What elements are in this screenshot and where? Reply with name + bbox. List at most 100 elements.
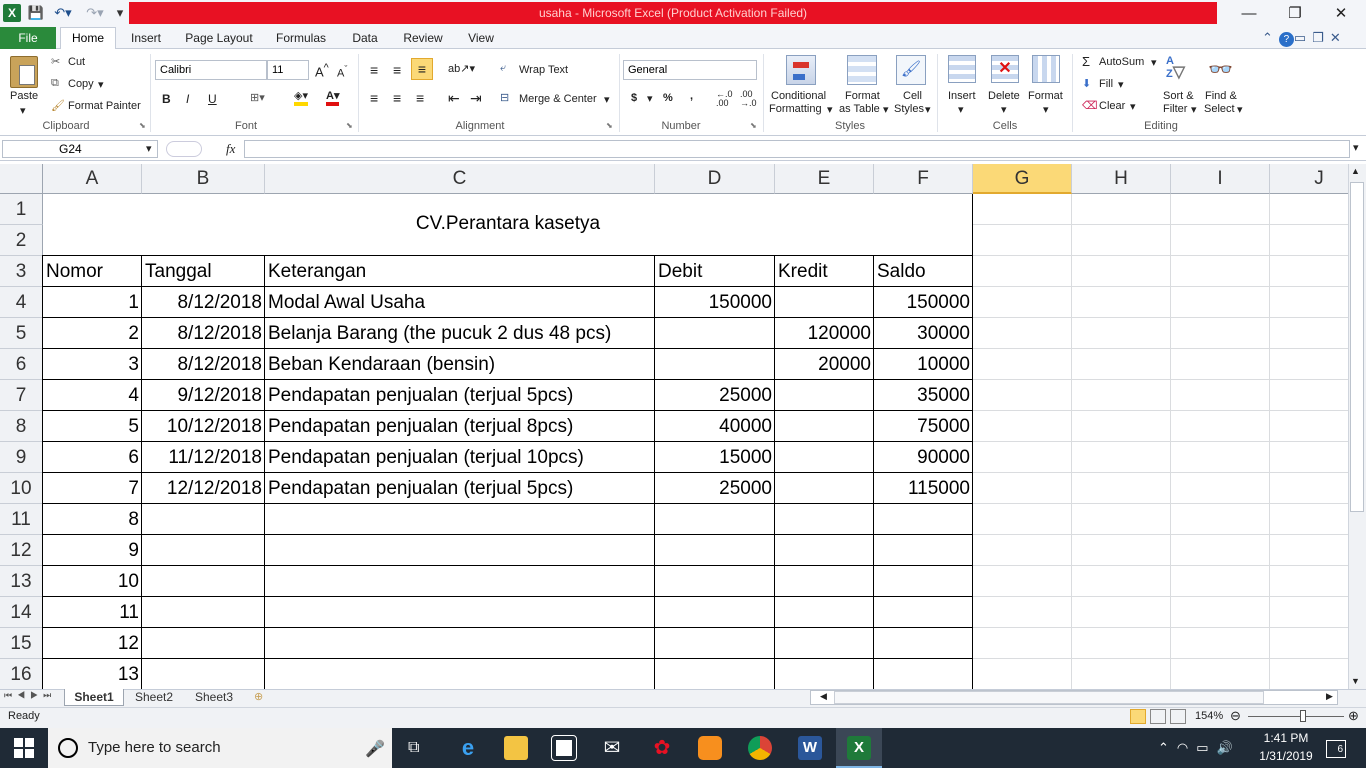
header-nomor[interactable]: Nomor — [43, 256, 106, 287]
format-painter-icon[interactable]: 🖌 — [51, 99, 65, 112]
scroll-down-icon[interactable]: ▼ — [1351, 676, 1360, 686]
header-keterangan[interactable]: Keterangan — [265, 256, 369, 287]
mail-icon[interactable]: ✉ — [600, 736, 624, 760]
merge-dropdown-icon[interactable]: ▾ — [604, 93, 610, 106]
data-cell-e[interactable] — [775, 504, 874, 535]
data-cell-c[interactable] — [265, 597, 271, 628]
copy-button[interactable]: Copy — [68, 78, 94, 90]
header-tanggal[interactable]: Tanggal — [142, 256, 215, 287]
data-cell-b[interactable]: 8/12/2018 — [142, 349, 265, 380]
cell-styles-button[interactable]: Cell — [903, 90, 922, 102]
tab-page-layout[interactable]: Page Layout — [178, 27, 260, 49]
data-cell-f[interactable] — [874, 566, 973, 597]
zoom-slider-thumb[interactable] — [1300, 710, 1306, 722]
row-header[interactable]: 7 — [0, 380, 43, 411]
fill-color-icon[interactable]: ◈▾ — [294, 90, 308, 106]
name-box[interactable]: G24 — [2, 140, 158, 158]
cell-styles-label2[interactable]: Styles — [894, 103, 924, 115]
data-cell-d[interactable] — [655, 628, 775, 659]
undo-icon[interactable]: ↶▾ — [50, 4, 76, 22]
restore-button[interactable]: ❐ — [1280, 3, 1310, 25]
data-cell-c[interactable] — [265, 504, 271, 535]
help-icon[interactable]: ? — [1278, 32, 1294, 47]
column-header-c[interactable]: C — [265, 164, 655, 194]
number-launcher-icon[interactable]: ⬊ — [750, 121, 757, 130]
paste-button[interactable]: Paste — [10, 90, 38, 102]
row-header[interactable]: 1 — [0, 194, 43, 225]
formula-input[interactable] — [244, 140, 1350, 158]
shrink-font-icon[interactable]: Aˇ — [337, 64, 347, 80]
data-cell-c[interactable]: Beban Kendaraan (bensin) — [265, 349, 498, 380]
row-header[interactable]: 15 — [0, 628, 43, 659]
increase-decimal-icon[interactable]: ←.0.00 — [716, 90, 733, 108]
data-cell-d[interactable] — [655, 659, 775, 689]
data-cell-a[interactable]: 2 — [43, 318, 142, 349]
normal-view-icon[interactable] — [1130, 709, 1146, 724]
data-cell-c[interactable] — [265, 628, 271, 659]
decrease-indent-icon[interactable]: ⇤ — [448, 90, 460, 107]
data-cell-e[interactable] — [775, 659, 874, 689]
decrease-decimal-icon[interactable]: .00 →.0 — [740, 90, 757, 108]
select-all-corner[interactable] — [0, 164, 43, 194]
data-cell-f[interactable]: 30000 — [874, 318, 973, 349]
zoom-in-icon[interactable]: ⊕ — [1348, 708, 1359, 724]
data-cell-a[interactable]: 7 — [43, 473, 142, 504]
currency-dropdown-icon[interactable]: ▾ — [647, 92, 653, 105]
notifications-icon[interactable]: 6 — [1326, 740, 1346, 758]
data-cell-d[interactable]: 25000 — [655, 473, 775, 504]
header-kredit[interactable]: Kredit — [775, 256, 831, 287]
data-cell-c[interactable]: Belanja Barang (the pucuk 2 dus 48 pcs) — [265, 318, 614, 349]
clock-time[interactable]: 1:41 PM — [1256, 731, 1316, 745]
clear-button[interactable]: Clear — [1099, 100, 1125, 112]
copy-dropdown-icon[interactable]: ▾ — [98, 78, 104, 91]
data-cell-a[interactable]: 5 — [43, 411, 142, 442]
taskbar-search-input[interactable]: Type here to search — [88, 739, 221, 756]
format-dropdown-icon[interactable]: ▾ — [1043, 103, 1049, 116]
data-cell-c[interactable]: Pendapatan penjualan (terjual 10pcs) — [265, 442, 587, 473]
tab-insert[interactable]: Insert — [120, 27, 172, 49]
data-cell-e[interactable] — [775, 535, 874, 566]
currency-button[interactable]: $ — [631, 92, 637, 104]
scroll-right-icon[interactable]: ▶ — [1326, 691, 1333, 702]
row-header[interactable]: 4 — [0, 287, 43, 318]
percent-button[interactable]: % — [663, 92, 673, 104]
orientation-icon[interactable]: ab↗▾ — [448, 62, 475, 75]
column-header-d[interactable]: D — [655, 164, 775, 194]
align-top-icon[interactable]: ≡ — [370, 62, 378, 78]
format-as-table-button[interactable]: Format — [845, 90, 880, 102]
expand-formula-icon[interactable]: ▾ — [1353, 141, 1359, 154]
tab-view[interactable]: View — [458, 27, 504, 49]
conditional-formatting-dropdown-icon[interactable]: ▾ — [827, 103, 833, 116]
align-center-icon[interactable]: ≡ — [393, 90, 401, 106]
borders-icon[interactable]: ⊞▾ — [250, 91, 265, 104]
sort-filter-button[interactable]: Sort & — [1163, 90, 1194, 102]
row-header[interactable]: 16 — [0, 659, 43, 689]
data-cell-b[interactable]: 8/12/2018 — [142, 287, 265, 318]
data-cell-f[interactable] — [874, 597, 973, 628]
data-cell-d[interactable] — [655, 597, 775, 628]
minimize-button[interactable]: — — [1234, 3, 1264, 25]
data-cell-f[interactable] — [874, 504, 973, 535]
insert-cells-icon[interactable] — [948, 55, 976, 83]
row-header[interactable]: 3 — [0, 256, 43, 287]
zoom-level[interactable]: 154% — [1195, 710, 1223, 722]
data-cell-f[interactable]: 150000 — [874, 287, 973, 318]
zoom-out-icon[interactable]: ⊖ — [1230, 708, 1241, 724]
increase-indent-icon[interactable]: ⇥ — [470, 90, 482, 107]
column-header-j[interactable]: J — [1270, 164, 1348, 194]
data-cell-d[interactable] — [655, 504, 775, 535]
insert-function-button[interactable]: fx — [226, 141, 235, 157]
wrap-text-button[interactable]: Wrap Text — [519, 64, 568, 76]
merge-center-icon[interactable]: ⊟ — [500, 91, 509, 104]
close-button[interactable]: ✕ — [1326, 3, 1356, 25]
cut-button[interactable]: Cut — [68, 56, 85, 68]
column-header-b[interactable]: B — [142, 164, 265, 194]
data-cell-d[interactable]: 40000 — [655, 411, 775, 442]
row-header[interactable]: 5 — [0, 318, 43, 349]
data-cell-e[interactable] — [775, 473, 874, 504]
sheet-tab-sheet2[interactable]: Sheet2 — [126, 689, 182, 706]
comma-button[interactable]: , — [690, 90, 693, 102]
data-cell-b[interactable] — [142, 659, 265, 689]
data-cell-e[interactable]: 20000 — [775, 349, 874, 380]
name-box-dropdown-icon[interactable]: ▾ — [146, 142, 152, 155]
